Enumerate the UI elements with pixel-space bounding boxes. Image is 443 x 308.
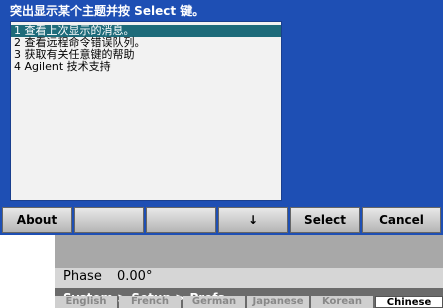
- dialog-frame: 突出显示某个主题并按 Select 键。 1 查看上次显示的消息。 2 查看远程…: [0, 0, 443, 205]
- about-button[interactable]: About: [2, 207, 72, 233]
- lang-korean-label: Korean: [321, 296, 363, 307]
- lang-english-label: English: [65, 296, 107, 307]
- lang-french[interactable]: French: [119, 296, 181, 308]
- lang-english[interactable]: English: [55, 296, 117, 308]
- language-softkeys: English French German Japanese Korean Ch…: [55, 296, 443, 308]
- lang-german-label: German: [191, 296, 237, 307]
- help-topic-item[interactable]: 4 Agilent 技术支持: [11, 61, 281, 73]
- lang-korean[interactable]: Korean: [311, 296, 373, 308]
- dialog-title: 突出显示某个主题并按 Select 键。: [10, 4, 205, 18]
- softkey-bar: About ↓ Select Cancel: [0, 205, 443, 235]
- phase-row: Phase 0.00°: [55, 268, 443, 288]
- blank-softkey-2[interactable]: [146, 207, 216, 233]
- down-arrow-button[interactable]: ↓: [218, 207, 288, 233]
- phase-value: 0.00°: [117, 269, 153, 284]
- help-dialog: 突出显示某个主题并按 Select 键。 1 查看上次显示的消息。 2 查看远程…: [0, 0, 443, 255]
- select-button[interactable]: Select: [290, 207, 360, 233]
- lang-chinese-label: Chinese: [386, 297, 432, 308]
- lang-french-label: French: [130, 296, 170, 307]
- phase-label: Phase: [63, 269, 102, 284]
- lang-japanese-label: Japanese: [252, 296, 304, 307]
- lang-japanese[interactable]: Japanese: [247, 296, 309, 308]
- lang-chinese[interactable]: Chinese: [375, 296, 443, 308]
- lang-german[interactable]: German: [183, 296, 245, 308]
- cancel-button[interactable]: Cancel: [362, 207, 441, 233]
- help-topic-list: 1 查看上次显示的消息。 2 查看远程命令错误队列。 3 获取有关任意键的帮助 …: [10, 21, 282, 201]
- blank-softkey-1[interactable]: [74, 207, 144, 233]
